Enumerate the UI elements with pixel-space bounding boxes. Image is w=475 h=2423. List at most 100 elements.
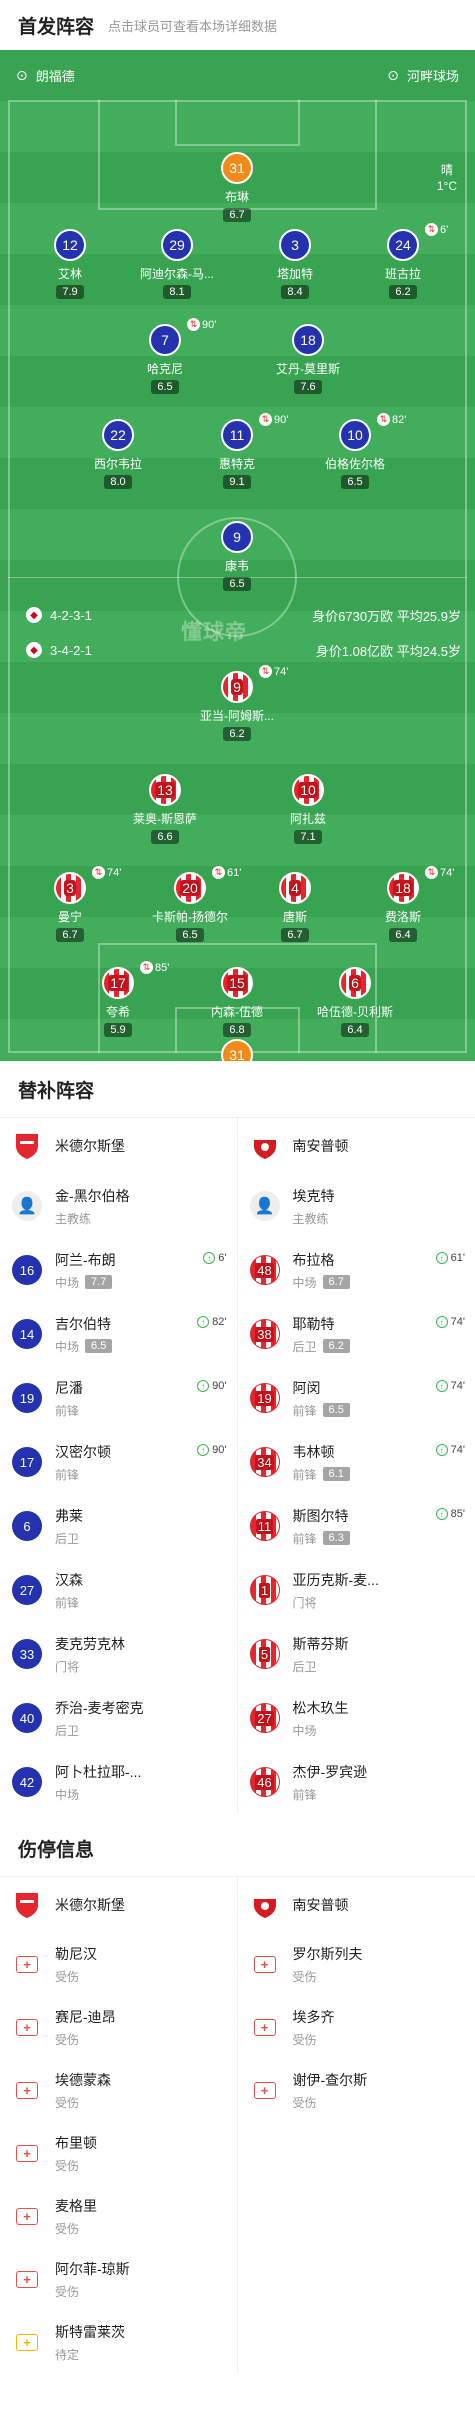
sub-player-row[interactable]: 27 汉森 前锋 [0,1558,237,1622]
pitch-player[interactable]: ⇅ 90' 7 哈克尼 6.5 [105,318,225,395]
sub-name: 汉密尔顿 [55,1443,111,1460]
injury-row[interactable]: + 斯特雷莱茨 待定 [0,2311,237,2374]
injury-row[interactable]: + 谢伊-查尔斯 受伤 [238,2059,475,2122]
pitch-player[interactable]: 10 阿扎兹 7.1 [248,774,368,845]
sub-player-row[interactable]: 46 杰伊-罗宾逊 前锋 [238,1750,475,1814]
sub-name: 松木玖生 [292,1699,349,1716]
sub-on-minute: 85' [450,1508,465,1520]
sub-number-badge: 33 [12,1639,42,1669]
sub-on-indicator: ↑ 82' [197,1316,227,1328]
sub-name: 汉森 [55,1571,83,1588]
injured-player-name: 阿尔菲-琼斯 [55,2261,130,2277]
subs-table: 米德尔斯堡 👤 金-黑尔伯格 主教练 16 阿兰-布朗 中场 7.7 ↑ 6' 14 吉尔伯特 中场… [0,1117,475,1814]
injured-player-name: 罗尔斯列夫 [292,1946,363,1962]
injury-row[interactable]: + 埃多齐 受伤 [238,1996,475,2059]
injury-status: 受伤 [55,2285,80,2299]
pitch-player[interactable]: 18 艾丹-莫里斯 7.6 [248,324,368,395]
sub-on-icon: ↑ [203,1252,216,1264]
pitch-player[interactable]: 13 莱奥-斯恩萨 6.6 [105,774,225,845]
injury-row[interactable]: + 赛尼-迪昂 受伤 [0,1996,237,2059]
sub-player-row[interactable]: 34 韦林顿 前锋 6.1 ↑ 74' [238,1430,475,1494]
sub-position: 前锋 [55,1403,80,1418]
pitch-player[interactable]: 3 塔加特 8.4 [235,229,355,300]
pitch-player[interactable]: 29 阿迪尔森-马... 8.1 [117,229,237,300]
away-coach-row[interactable]: 👤 埃克特 主教练 [238,1174,475,1238]
sub-player-row[interactable]: 19 阿闵 前锋 6.5 ↑ 74' [238,1366,475,1430]
pitch-player[interactable]: 4 唐斯 6.7 [235,872,355,943]
pitch-player[interactable]: 31巴祖努5.1 [177,1039,297,1061]
pitch-player[interactable]: ⇅ 6' 24 班古拉 6.2 [343,223,463,300]
home-coach-row[interactable]: 👤 金-黑尔伯格 主教练 [0,1174,237,1238]
sub-player-row[interactable]: 1 亚历克斯-麦... 门将 [238,1558,475,1622]
pitch-player[interactable]: 22 西尔韦拉 8.0 [58,419,178,490]
pitch-player[interactable]: ⇅ 74' 18 费洛斯 6.4 [343,866,463,943]
injury-row[interactable]: + 罗尔斯列夫 受伤 [238,1933,475,1996]
sub-number: 19 [255,1390,274,1406]
sub-minute: 74' [440,866,455,879]
sub-number-badge: 19 [12,1383,42,1413]
sub-number-badge: 11 [249,1511,280,1541]
sub-name: 杰伊-罗宾逊 [292,1763,368,1780]
sub-on-icon: ↑ [435,1252,448,1264]
injury-row[interactable]: + 勒尼汉 受伤 [0,1933,237,1996]
injury-row[interactable]: + 布里顿 受伤 [0,2122,237,2185]
subs-home-team[interactable]: 米德尔斯堡 [0,1118,237,1174]
subs-away-team[interactable]: 南安普顿 [238,1118,475,1174]
sub-on-icon: ↑ [435,1444,448,1456]
pitch-player[interactable]: ⇅ 85' 17 夸希 5.9 [58,961,178,1038]
sub-number: 27 [255,1710,274,1726]
player-number-badge: 4 [279,872,311,904]
injury-away-team[interactable]: 南安普顿 [238,1877,475,1933]
sub-player-row[interactable]: 42 阿卜杜拉耶-... 中场 [0,1750,237,1814]
player-number: 6 [349,975,361,991]
sub-player-row[interactable]: 33 麦克劳克林 门将 [0,1622,237,1686]
injury-section-title: 伤停信息 [18,1839,95,1861]
pitch-player[interactable]: ⇅ 61' 20 卡斯帕-扬德尔 6.5 [130,866,250,943]
sub-off-indicator: ⇅ 74' [259,665,288,678]
sub-player-row[interactable]: 5 斯蒂芬斯 后卫 [238,1622,475,1686]
pitch-player[interactable]: ⇅ 82' 10 伯格佐尔格 6.5 [295,413,415,490]
sub-on-indicator: ↑ 74' [435,1380,465,1392]
medical-kit-icon: + [12,2265,42,2295]
sub-player-row[interactable]: 19 尼潘 前锋 ↑ 90' [0,1366,237,1430]
sub-on-minute: 74' [450,1444,465,1456]
injury-row[interactable]: + 埃德蒙森 受伤 [0,2059,237,2122]
player-number-badge: 31 [221,1039,253,1061]
injury-row[interactable]: + 阿尔菲-琼斯 受伤 [0,2248,237,2311]
sub-arrow-icon: ⇅ [212,866,225,879]
sub-on-icon: ↑ [197,1316,210,1328]
player-rating: 6.5 [341,475,369,489]
sub-player-row[interactable]: 48 布拉格 中场 6.7 ↑ 61' [238,1238,475,1302]
away-coach-name: 埃克特 [292,1187,335,1204]
player-number-badge: 3 [54,872,86,904]
sub-minute: 74' [274,665,289,678]
home-team-label: 朗福德 [35,68,75,84]
sub-player-row[interactable]: 11 斯图尔特 前锋 6.3 ↑ 85' [238,1494,475,1558]
pitch-player[interactable]: 6 哈伍德-贝利斯 6.4 [295,967,415,1038]
sub-player-row[interactable]: 16 阿兰-布朗 中场 7.7 ↑ 6' [0,1238,237,1302]
injury-row[interactable]: + 麦格里 受伤 [0,2185,237,2248]
sub-player-row[interactable]: 14 吉尔伯特 中场 6.5 ↑ 82' [0,1302,237,1366]
sub-player-row[interactable]: 40 乔治-麦考密克 后卫 [0,1686,237,1750]
sub-position: 中场 [55,1339,80,1354]
pitch-player[interactable]: ⇅ 74' 9 亚当-阿姆斯... 6.2 [177,665,297,742]
sub-player-row[interactable]: 27 松木玖生 中场 [238,1686,475,1750]
pitch-player[interactable]: 31 布琳 6.7 [177,152,297,223]
injury-home-team[interactable]: 米德尔斯堡 [0,1877,237,1933]
sub-rating: 6.3 [322,1531,350,1545]
sub-number: 46 [255,1774,274,1790]
sub-player-row[interactable]: 6 弗莱 后卫 [0,1494,237,1558]
pitch-player[interactable]: ⇅ 74' 3 曼宁 6.7 [10,866,130,943]
player-name: 艾林 [57,267,82,281]
player-number-badge: 18 [387,872,419,904]
pitch-player[interactable]: 12 艾林 7.9 [10,229,130,300]
pitch-player[interactable]: ⇅ 90' 11 惠特克 9.1 [177,413,297,490]
sub-player-row[interactable]: 38 耶勒特 后卫 6.2 ↑ 74' [238,1302,475,1366]
injured-player-name: 勒尼汉 [55,1946,97,1962]
sub-player-row[interactable]: 17 汉密尔顿 前锋 ↑ 90' [0,1430,237,1494]
sub-off-indicator: ⇅ 85' [140,961,169,974]
player-rating: 6.5 [176,928,204,942]
player-number: 15 [227,975,247,991]
pitch-player[interactable]: 15 内森-伍德 6.8 [177,967,297,1038]
pitch-player[interactable]: 9 康韦 6.5 [177,521,297,592]
